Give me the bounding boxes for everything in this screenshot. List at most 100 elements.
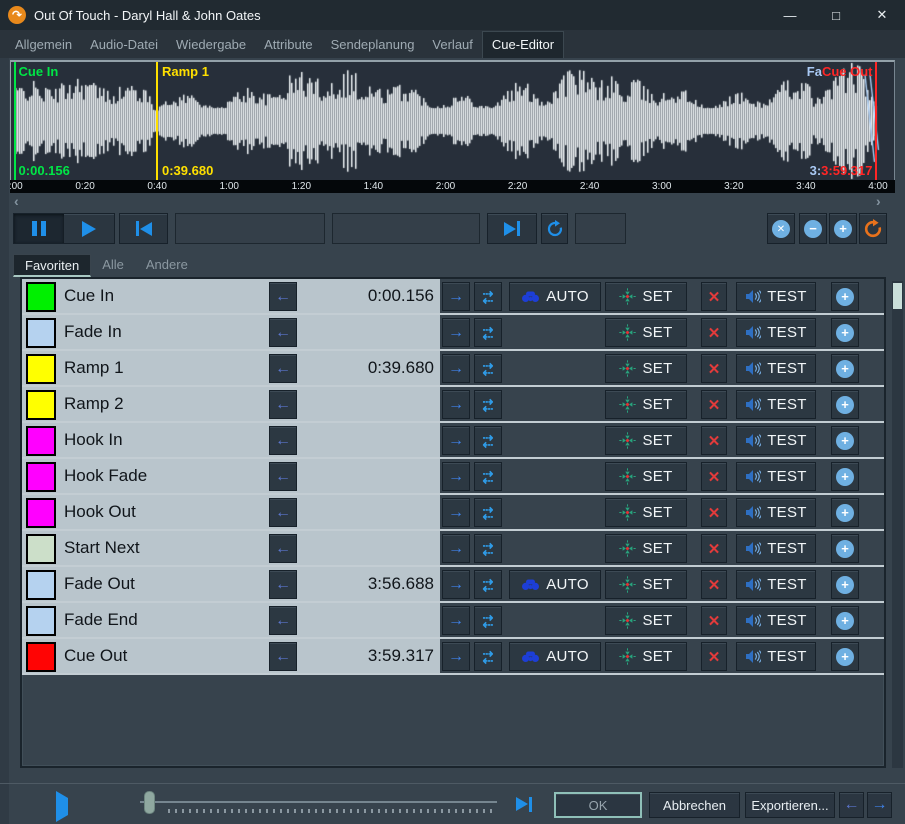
move-earlier-button[interactable]: ← bbox=[269, 354, 297, 383]
move-earlier-button[interactable]: ← bbox=[269, 570, 297, 599]
reload-button[interactable] bbox=[859, 213, 887, 244]
set-button[interactable]: SET bbox=[605, 462, 687, 491]
cue-color-swatch[interactable] bbox=[26, 354, 56, 384]
delete-cue-button[interactable]: ✕ bbox=[701, 642, 727, 671]
move-later-button[interactable]: → bbox=[442, 354, 470, 383]
move-later-button[interactable]: → bbox=[442, 426, 470, 455]
ramp-1-marker-line[interactable] bbox=[156, 62, 158, 180]
cue-color-swatch[interactable] bbox=[26, 318, 56, 348]
delete-cue-button[interactable]: ✕ bbox=[701, 282, 727, 311]
test-button[interactable]: TEST bbox=[736, 498, 816, 527]
tab-wiedergabe[interactable]: Wiedergabe bbox=[167, 32, 255, 58]
shift-markers-button[interactable]: ⇢⇠ bbox=[474, 462, 502, 491]
cue-table-scrollbar[interactable] bbox=[892, 281, 903, 768]
cue-position-field-1[interactable] bbox=[175, 213, 325, 244]
shift-markers-button[interactable]: ⇢⇠ bbox=[474, 426, 502, 455]
add-cue-button[interactable]: + bbox=[831, 498, 859, 527]
set-button[interactable]: SET bbox=[605, 642, 687, 671]
preview-skip-end-button[interactable] bbox=[516, 797, 532, 812]
cue-tab-alle[interactable]: Alle bbox=[91, 254, 135, 277]
test-button[interactable]: TEST bbox=[736, 354, 816, 383]
move-later-button[interactable]: → bbox=[442, 570, 470, 599]
shift-markers-button[interactable]: ⇢⇠ bbox=[474, 570, 502, 599]
test-button[interactable]: TEST bbox=[736, 282, 816, 311]
export-button[interactable]: Exportieren... bbox=[745, 792, 835, 818]
move-later-button[interactable]: → bbox=[442, 390, 470, 419]
tab-allgemein[interactable]: Allgemein bbox=[6, 32, 81, 58]
shift-markers-button[interactable]: ⇢⇠ bbox=[474, 318, 502, 347]
shift-markers-button[interactable]: ⇢⇠ bbox=[474, 498, 502, 527]
cue-position-field-2[interactable] bbox=[332, 213, 480, 244]
move-earlier-button[interactable]: ← bbox=[269, 426, 297, 455]
set-button[interactable]: SET bbox=[605, 426, 687, 455]
delete-cue-button[interactable]: ✕ bbox=[701, 498, 727, 527]
skip-to-start-button[interactable] bbox=[119, 213, 168, 244]
cue-color-swatch[interactable] bbox=[26, 606, 56, 636]
tab-attribute[interactable]: Attribute bbox=[255, 32, 321, 58]
move-earlier-button[interactable]: ← bbox=[269, 318, 297, 347]
set-button[interactable]: SET bbox=[605, 498, 687, 527]
add-cue-button[interactable]: + bbox=[831, 318, 859, 347]
move-later-button[interactable]: → bbox=[442, 462, 470, 491]
move-later-button[interactable]: → bbox=[442, 498, 470, 527]
cue-color-swatch[interactable] bbox=[26, 282, 56, 312]
zoom-in-button[interactable]: + bbox=[829, 213, 857, 244]
set-button[interactable]: SET bbox=[605, 390, 687, 419]
auto-button[interactable]: AUTO bbox=[509, 282, 601, 311]
waveform-display[interactable] bbox=[11, 62, 894, 180]
cue-color-swatch[interactable] bbox=[26, 534, 56, 564]
delete-cue-button[interactable]: ✕ bbox=[701, 462, 727, 491]
volume-slider-thumb[interactable] bbox=[144, 791, 155, 814]
cue-color-swatch[interactable] bbox=[26, 462, 56, 492]
test-button[interactable]: TEST bbox=[736, 390, 816, 419]
move-later-button[interactable]: → bbox=[442, 282, 470, 311]
move-earlier-button[interactable]: ← bbox=[269, 390, 297, 419]
next-item-button[interactable]: → bbox=[867, 792, 892, 818]
shift-markers-button[interactable]: ⇢⇠ bbox=[474, 642, 502, 671]
move-earlier-button[interactable]: ← bbox=[269, 642, 297, 671]
test-button[interactable]: TEST bbox=[736, 534, 816, 563]
test-button[interactable]: TEST bbox=[736, 318, 816, 347]
set-button[interactable]: SET bbox=[605, 606, 687, 635]
set-button[interactable]: SET bbox=[605, 354, 687, 383]
loop-button[interactable] bbox=[541, 213, 568, 244]
shift-markers-button[interactable]: ⇢⇠ bbox=[474, 390, 502, 419]
loop-count-field[interactable] bbox=[575, 213, 626, 244]
tab-sendeplanung[interactable]: Sendeplanung bbox=[322, 32, 424, 58]
set-button[interactable]: SET bbox=[605, 318, 687, 347]
pause-button[interactable] bbox=[14, 214, 64, 243]
move-earlier-button[interactable]: ← bbox=[269, 606, 297, 635]
move-earlier-button[interactable]: ← bbox=[269, 282, 297, 311]
delete-cue-button[interactable]: ✕ bbox=[701, 318, 727, 347]
auto-button[interactable]: AUTO bbox=[509, 642, 601, 671]
tab-verlauf[interactable]: Verlauf bbox=[423, 32, 481, 58]
delete-cue-button[interactable]: ✕ bbox=[701, 426, 727, 455]
move-later-button[interactable]: → bbox=[442, 534, 470, 563]
volume-slider-track[interactable] bbox=[140, 801, 497, 803]
test-button[interactable]: TEST bbox=[736, 642, 816, 671]
delete-cue-button[interactable]: ✕ bbox=[701, 606, 727, 635]
shift-markers-button[interactable]: ⇢⇠ bbox=[474, 606, 502, 635]
zoom-fit-button[interactable]: ✕ bbox=[767, 213, 795, 244]
scrollbar-thumb[interactable] bbox=[893, 283, 902, 309]
tab-audio-datei[interactable]: Audio-Datei bbox=[81, 32, 167, 58]
set-button[interactable]: SET bbox=[605, 282, 687, 311]
add-cue-button[interactable]: + bbox=[831, 354, 859, 383]
shift-markers-button[interactable]: ⇢⇠ bbox=[474, 534, 502, 563]
delete-cue-button[interactable]: ✕ bbox=[701, 534, 727, 563]
test-button[interactable]: TEST bbox=[736, 606, 816, 635]
cue-color-swatch[interactable] bbox=[26, 426, 56, 456]
cue-in-marker-line[interactable] bbox=[14, 62, 16, 180]
delete-cue-button[interactable]: ✕ bbox=[701, 570, 727, 599]
set-button[interactable]: SET bbox=[605, 570, 687, 599]
previous-item-button[interactable]: ← bbox=[839, 792, 864, 818]
move-earlier-button[interactable]: ← bbox=[269, 462, 297, 491]
test-button[interactable]: TEST bbox=[736, 570, 816, 599]
add-cue-button[interactable]: + bbox=[831, 390, 859, 419]
cue-tab-favoriten[interactable]: Favoriten bbox=[13, 254, 91, 277]
add-cue-button[interactable]: + bbox=[831, 462, 859, 491]
cue-out-marker-line[interactable] bbox=[875, 62, 877, 180]
close-button[interactable]: ✕ bbox=[859, 0, 905, 30]
shift-markers-button[interactable]: ⇢⇠ bbox=[474, 354, 502, 383]
add-cue-button[interactable]: + bbox=[831, 606, 859, 635]
